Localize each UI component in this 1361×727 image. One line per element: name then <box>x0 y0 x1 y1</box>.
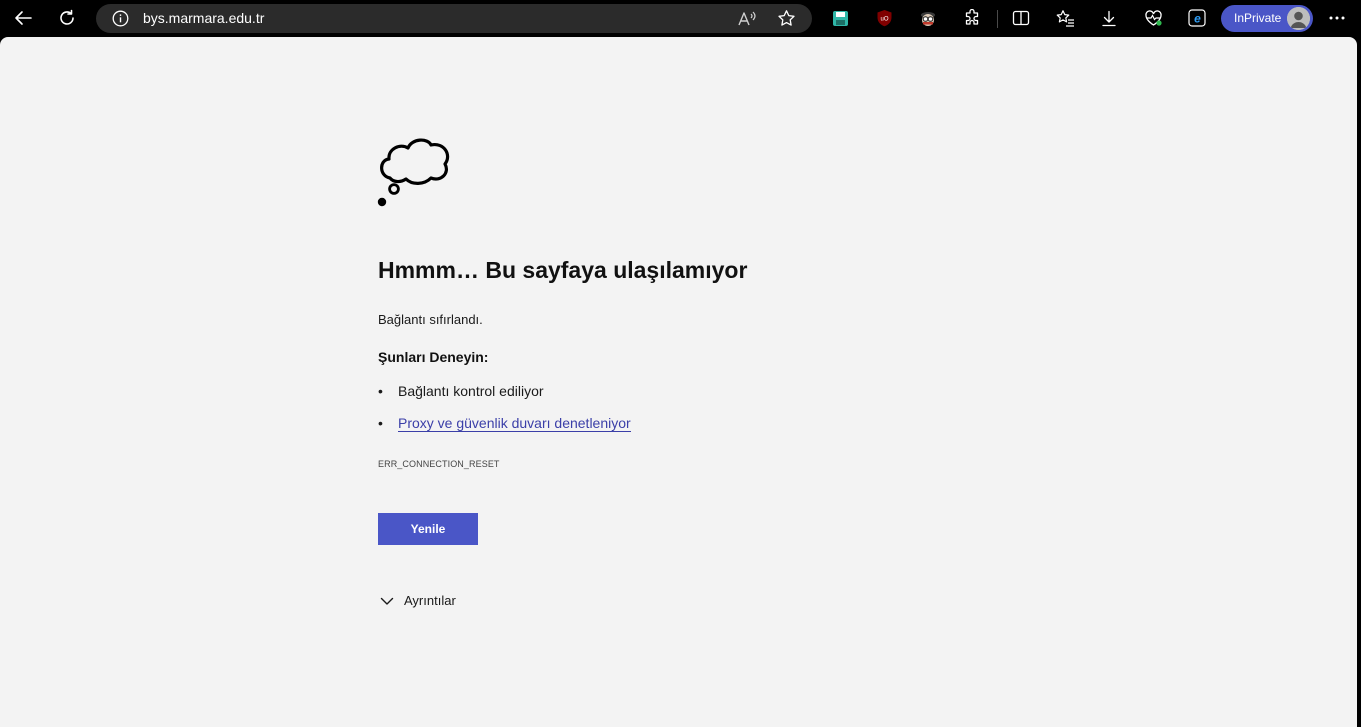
reload-button[interactable]: Yenile <box>378 513 478 545</box>
ublock-origin-icon[interactable]: uO <box>869 4 899 32</box>
ie-mode-icon[interactable]: e <box>1182 4 1212 32</box>
download-icon[interactable] <box>1094 4 1124 32</box>
refresh-icon[interactable] <box>52 4 82 32</box>
error-page: Hmmm… Bu sayfaya ulaşılamıyor Bağlantı s… <box>0 37 1357 727</box>
more-dots-icon[interactable] <box>1322 4 1352 32</box>
favorites-list-icon[interactable] <box>1050 4 1080 32</box>
split-screen-icon[interactable] <box>1006 4 1036 32</box>
puzzle-icon[interactable] <box>957 4 987 32</box>
info-icon[interactable] <box>112 10 129 32</box>
window-edge <box>1357 37 1361 727</box>
suggestion-check-connection: Bağlantı kontrol ediliyor <box>398 383 544 399</box>
svg-text:e: e <box>1194 12 1201 26</box>
svg-text:uO: uO <box>880 17 888 23</box>
error-code: ERR_CONNECTION_RESET <box>378 459 500 469</box>
browser-toolbar: bys.marmara.edu.tr uO e InPrivate <box>0 0 1361 37</box>
details-toggle[interactable]: Ayrıntılar <box>380 593 456 608</box>
bullet-marker: • <box>378 415 383 431</box>
page-title: Hmmm… Bu sayfaya ulaşılamıyor <box>378 257 748 283</box>
thought-cloud-icon <box>376 133 454 212</box>
bullet-marker: • <box>378 383 383 399</box>
try-heading: Şunları Deneyin: <box>378 349 489 365</box>
chevron-down-icon <box>380 597 394 605</box>
read-aloud-icon[interactable] <box>737 10 757 32</box>
error-description: Bağlantı sıfırlandı. <box>378 312 483 327</box>
details-label: Ayrıntılar <box>404 593 456 608</box>
star-icon[interactable] <box>777 9 796 33</box>
inprivate-label: InPrivate <box>1234 11 1282 25</box>
browser-essentials-icon[interactable] <box>1138 4 1168 32</box>
url-text: bys.marmara.edu.tr <box>143 10 265 26</box>
proxy-firewall-link[interactable]: Proxy ve güvenlik duvarı denetleniyor <box>398 415 631 432</box>
toolbar-separator <box>997 10 998 28</box>
inprivate-profile-button[interactable]: InPrivate <box>1221 5 1313 32</box>
save-extension-icon[interactable] <box>825 4 855 32</box>
address-bar[interactable]: bys.marmara.edu.tr <box>96 4 812 33</box>
avatar <box>1287 7 1310 30</box>
spy-extension-icon[interactable] <box>913 4 943 32</box>
list-item: • Proxy ve güvenlik duvarı denetleniyor <box>378 415 631 432</box>
list-item: • Bağlantı kontrol ediliyor <box>378 383 544 399</box>
back-arrow-icon[interactable] <box>8 4 38 32</box>
